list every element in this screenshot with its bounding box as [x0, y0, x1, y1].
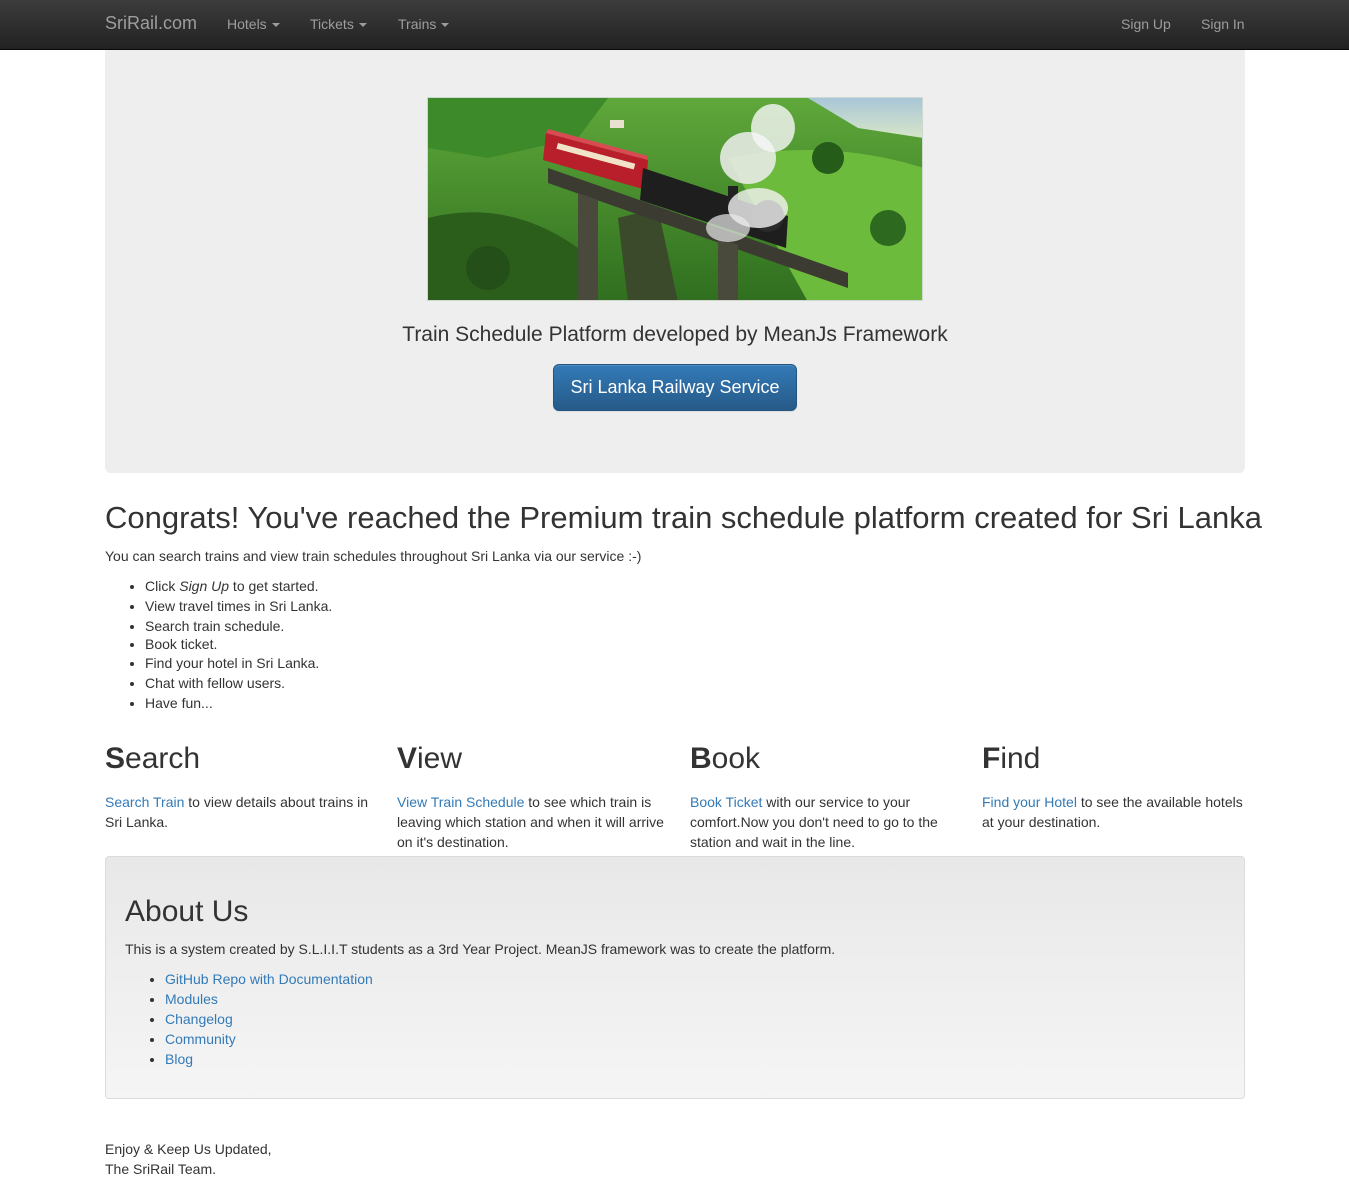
signoff-line: Enjoy & Keep Us Updated,: [105, 1141, 272, 1157]
column-heading-initial: S: [105, 742, 126, 775]
column-heading-initial: V: [397, 742, 418, 775]
column-heading: Find: [982, 740, 1245, 778]
sign-up-link[interactable]: Sign Up: [1121, 16, 1171, 32]
list-item: Have fun...: [145, 693, 332, 713]
caret-down-icon: [271, 23, 280, 27]
view-schedule-link[interactable]: View Train Schedule: [397, 794, 524, 810]
list-item-suffix: to get started.: [229, 578, 319, 594]
list-item: View travel times in Sri Lanka.: [145, 596, 332, 616]
column-text: Book Ticket with our service to your com…: [690, 792, 960, 852]
book-ticket-link[interactable]: Book Ticket: [690, 794, 762, 810]
nav-menu-hotels[interactable]: Hotels: [227, 16, 280, 32]
column-heading: Search: [105, 740, 375, 778]
search-train-link[interactable]: Search Train: [105, 794, 184, 810]
list-item: Changelog: [165, 1009, 373, 1029]
community-link[interactable]: Community: [165, 1031, 236, 1047]
hero-tagline: Train Schedule Platform developed by Mea…: [402, 323, 948, 346]
about-links-list: GitHub Repo with Documentation Modules C…: [125, 969, 373, 1069]
nav-menu-hotels-label: Hotels: [227, 16, 267, 32]
list-item: Community: [165, 1029, 373, 1049]
column-heading-initial: F: [982, 742, 1001, 775]
column-text: Search Train to view details about train…: [105, 792, 375, 832]
caret-down-icon: [358, 23, 367, 27]
nav-menu-tickets[interactable]: Tickets: [310, 16, 367, 32]
brand-link[interactable]: SriRail.com: [105, 13, 197, 34]
blog-link[interactable]: Blog: [165, 1051, 193, 1067]
about-heading: About Us: [125, 895, 249, 928]
signoff-line: The SriRail Team.: [105, 1161, 217, 1177]
top-navbar: SriRail.com Hotels Tickets Trains Sign U…: [0, 0, 1349, 50]
signoff: Enjoy & Keep Us Updated, The SriRail Tea…: [105, 1139, 272, 1179]
find-column: Find Find your Hotel to see the availabl…: [982, 740, 1245, 832]
list-item: Click Sign Up to get started.: [145, 576, 332, 596]
list-item-prefix: Click: [145, 578, 180, 594]
list-item: GitHub Repo with Documentation: [165, 969, 373, 989]
feature-list: Click Sign Up to get started. View trave…: [105, 576, 332, 713]
list-item: Book ticket.: [145, 636, 332, 653]
hero-train-image: [427, 97, 923, 301]
nav-menu-tickets-label: Tickets: [310, 16, 354, 32]
sign-in-link[interactable]: Sign In: [1201, 16, 1245, 32]
column-heading: View: [397, 740, 667, 778]
column-heading-rest: ind: [1000, 742, 1041, 775]
railway-service-button[interactable]: Sri Lanka Railway Service: [553, 364, 797, 411]
list-item: Find your hotel in Sri Lanka.: [145, 653, 332, 673]
about-panel: About Us This is a system created by S.L…: [105, 856, 1245, 1099]
changelog-link[interactable]: Changelog: [165, 1011, 233, 1027]
column-heading-rest: ook: [711, 742, 761, 775]
search-column: Search Search Train to view details abou…: [105, 740, 375, 832]
congrats-heading: Congrats! You've reached the Premium tra…: [105, 500, 1262, 535]
github-repo-link[interactable]: GitHub Repo with Documentation: [165, 971, 373, 987]
list-item: Blog: [165, 1049, 373, 1069]
nav-menu-trains-label: Trains: [398, 16, 437, 32]
column-heading-initial: B: [690, 742, 712, 775]
column-heading: Book: [690, 740, 960, 778]
list-item-emphasis: Sign Up: [179, 578, 230, 594]
hero-jumbotron: Train Schedule Platform developed by Mea…: [105, 50, 1245, 473]
modules-link[interactable]: Modules: [165, 991, 218, 1007]
list-item: Modules: [165, 989, 373, 1009]
nav-menu-trains[interactable]: Trains: [398, 16, 450, 32]
find-hotel-link[interactable]: Find your Hotel: [982, 794, 1077, 810]
column-heading-rest: earch: [125, 742, 201, 775]
caret-down-icon: [441, 23, 450, 27]
list-item: Chat with fellow users.: [145, 673, 332, 693]
column-text: Find your Hotel to see the available hot…: [982, 792, 1245, 832]
book-column: Book Book Ticket with our service to you…: [690, 740, 960, 852]
column-heading-rest: iew: [417, 742, 463, 775]
column-text: View Train Schedule to see which train i…: [397, 792, 667, 852]
about-text: This is a system created by S.L.I.I.T st…: [125, 941, 836, 957]
view-column: View View Train Schedule to see which tr…: [397, 740, 667, 852]
list-item: Search train schedule.: [145, 616, 332, 636]
congrats-lead: You can search trains and view train sch…: [105, 548, 642, 564]
